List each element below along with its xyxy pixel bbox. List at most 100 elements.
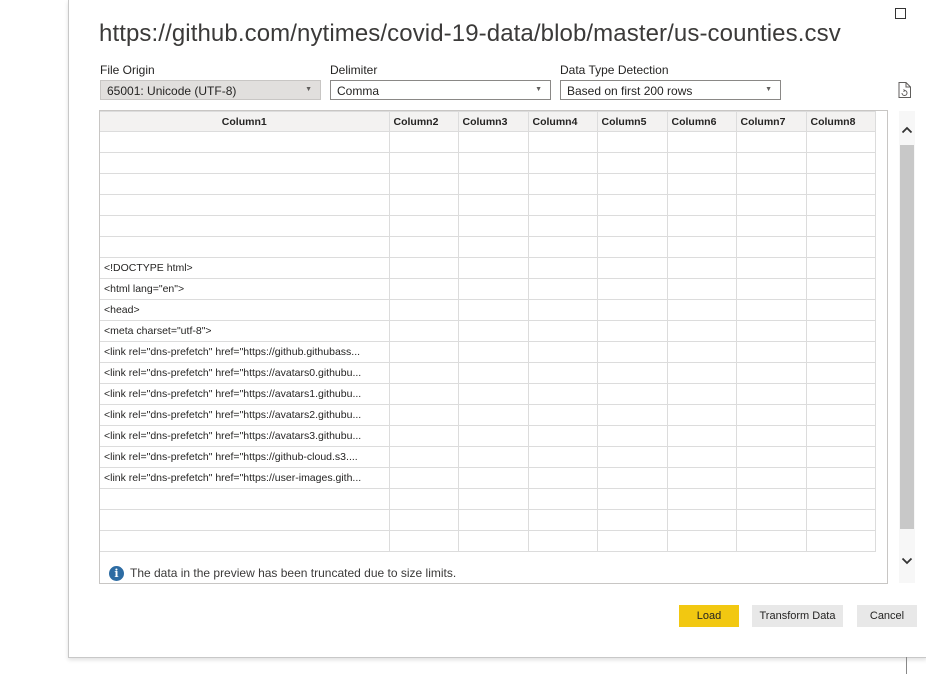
table-cell — [735, 152, 807, 174]
column-header[interactable]: Column8 — [805, 111, 876, 132]
table-cell — [596, 215, 668, 237]
table-cell — [527, 530, 598, 552]
cancel-button[interactable]: Cancel — [857, 605, 917, 627]
truncation-message: The data in the preview has been truncat… — [130, 566, 457, 580]
column-header[interactable]: Column2 — [388, 111, 459, 132]
table-cell — [805, 404, 876, 426]
data-preview-grid[interactable]: Column1 Column2 Column3 Column4 Column5 Colum… — [99, 110, 915, 584]
table-row: <link rel="dns-prefetch" href="https://a… — [100, 362, 876, 384]
chevron-down-icon: ▼ — [305, 86, 312, 93]
table-cell — [805, 278, 876, 300]
column-header[interactable]: Column3 — [457, 111, 529, 132]
table-cell — [735, 173, 807, 195]
table-cell: <link rel="dns-prefetch" href="https://a… — [100, 383, 390, 405]
csv-import-dialog: https://github.com/nytimes/covid-19-data… — [68, 0, 926, 658]
table-cell — [100, 488, 390, 510]
table-cell — [388, 383, 459, 405]
column-header[interactable]: Column6 — [666, 111, 737, 132]
table-row: <link rel="dns-prefetch" href="https://g… — [100, 341, 876, 363]
table-cell — [527, 131, 598, 153]
table-cell — [388, 194, 459, 216]
table-row — [100, 173, 876, 195]
table-row: <meta charset="utf-8"> — [100, 320, 876, 342]
table-cell — [805, 236, 876, 258]
table-cell — [457, 173, 529, 195]
transform-data-button[interactable]: Transform Data — [752, 605, 843, 627]
detection-value: Based on first 200 rows — [567, 84, 693, 98]
preview-table: Column1 Column2 Column3 Column4 Column5 Colum… — [100, 111, 876, 552]
table-cell — [388, 467, 459, 489]
table-cell — [805, 320, 876, 342]
column-header[interactable]: Column7 — [735, 111, 807, 132]
table-cell — [735, 278, 807, 300]
table-cell — [596, 299, 668, 321]
table-cell: <html lang="en"> — [100, 278, 390, 300]
detection-dropdown[interactable]: Based on first 200 rows ▼ — [560, 80, 781, 100]
table-cell: <link rel="dns-prefetch" href="https://u… — [100, 467, 390, 489]
table-cell — [666, 488, 737, 510]
table-cell: <link rel="dns-prefetch" href="https://a… — [100, 362, 390, 384]
table-cell — [735, 320, 807, 342]
table-cell — [596, 425, 668, 447]
vertical-scrollbar[interactable] — [899, 111, 915, 583]
scrollbar-thumb[interactable] — [900, 145, 914, 529]
table-cell — [666, 362, 737, 384]
table-cell — [388, 362, 459, 384]
table-cell — [100, 215, 390, 237]
column-header[interactable]: Column5 — [596, 111, 668, 132]
table-cell — [457, 530, 529, 552]
table-cell — [666, 257, 737, 279]
file-refresh-icon[interactable] — [898, 82, 911, 98]
table-cell — [596, 446, 668, 468]
table-cell — [457, 320, 529, 342]
table-cell — [596, 341, 668, 363]
table-cell — [527, 257, 598, 279]
table-cell: <meta charset="utf-8"> — [100, 320, 390, 342]
table-cell — [388, 530, 459, 552]
table-cell — [596, 509, 668, 531]
table-cell — [388, 446, 459, 468]
table-cell — [388, 299, 459, 321]
table-cell — [666, 320, 737, 342]
window-edge-divider — [906, 657, 907, 674]
table-cell: <link rel="dns-prefetch" href="https://g… — [100, 341, 390, 363]
table-cell — [457, 215, 529, 237]
table-cell — [805, 257, 876, 279]
table-cell — [666, 152, 737, 174]
load-button[interactable]: Load — [679, 605, 739, 627]
table-cell — [666, 215, 737, 237]
table-cell — [596, 320, 668, 342]
table-cell — [457, 341, 529, 363]
table-cell — [527, 299, 598, 321]
file-origin-value: 65001: Unicode (UTF-8) — [107, 84, 237, 98]
table-cell — [527, 488, 598, 510]
table-cell — [805, 194, 876, 216]
table-cell — [666, 467, 737, 489]
column-header[interactable]: Column1 — [100, 111, 390, 132]
maximize-icon[interactable] — [895, 8, 906, 19]
table-cell — [388, 152, 459, 174]
table-cell — [527, 320, 598, 342]
table-row — [100, 488, 876, 510]
table-cell — [388, 509, 459, 531]
chevron-down-icon[interactable] — [901, 554, 913, 568]
table-cell — [735, 236, 807, 258]
table-cell — [388, 173, 459, 195]
table-cell — [100, 173, 390, 195]
table-cell — [596, 278, 668, 300]
chevron-up-icon[interactable] — [901, 123, 913, 137]
table-cell — [388, 131, 459, 153]
delimiter-dropdown[interactable]: Comma ▼ — [330, 80, 551, 100]
table-cell — [457, 131, 529, 153]
table-cell — [596, 383, 668, 405]
chevron-down-icon: ▼ — [535, 86, 542, 93]
file-origin-dropdown[interactable]: 65001: Unicode (UTF-8) ▼ — [100, 80, 321, 100]
column-header[interactable]: Column4 — [527, 111, 598, 132]
table-cell — [666, 194, 737, 216]
table-cell — [457, 404, 529, 426]
table-cell — [457, 299, 529, 321]
table-cell — [388, 236, 459, 258]
table-cell — [596, 362, 668, 384]
table-cell — [666, 131, 737, 153]
table-cell: <!DOCTYPE html> — [100, 257, 390, 279]
